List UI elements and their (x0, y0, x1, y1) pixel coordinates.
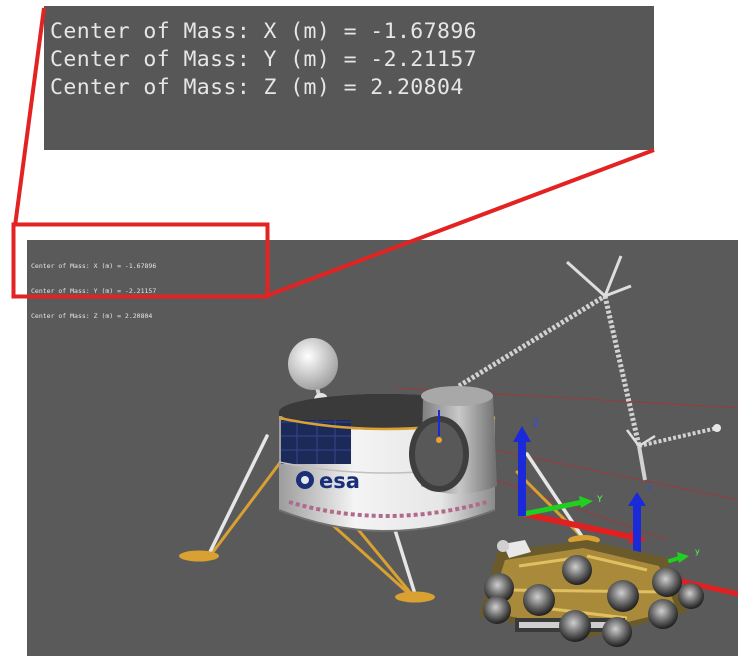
svg-text:z: z (647, 483, 651, 492)
callout-line-left (13, 7, 46, 227)
esa-logo-text: esa (319, 469, 360, 493)
zoom-com-x-line: Center of Mass: X (m) = -1.67896 (50, 19, 478, 44)
simulation-viewport[interactable]: Center of Mass: X (m) = -1.67896 Center … (27, 240, 738, 656)
zoom-com-z-line: Center of Mass: Z (m) = 2.20804 (50, 75, 464, 100)
axes-lander: Z Y (513, 419, 647, 544)
zoomed-com-readout: Center of Mass: X (m) = -1.67896 Center … (44, 6, 654, 150)
lunar-scene: esa Z Y z y (179, 255, 738, 647)
svg-text:y: y (695, 547, 700, 556)
axis-label-y: Y (596, 495, 603, 505)
axis-label-z: Z (533, 419, 539, 429)
robotic-arm (457, 255, 721, 481)
rover (479, 540, 704, 647)
zoom-com-y-line: Center of Mass: Y (m) = -2.21157 (50, 47, 478, 72)
